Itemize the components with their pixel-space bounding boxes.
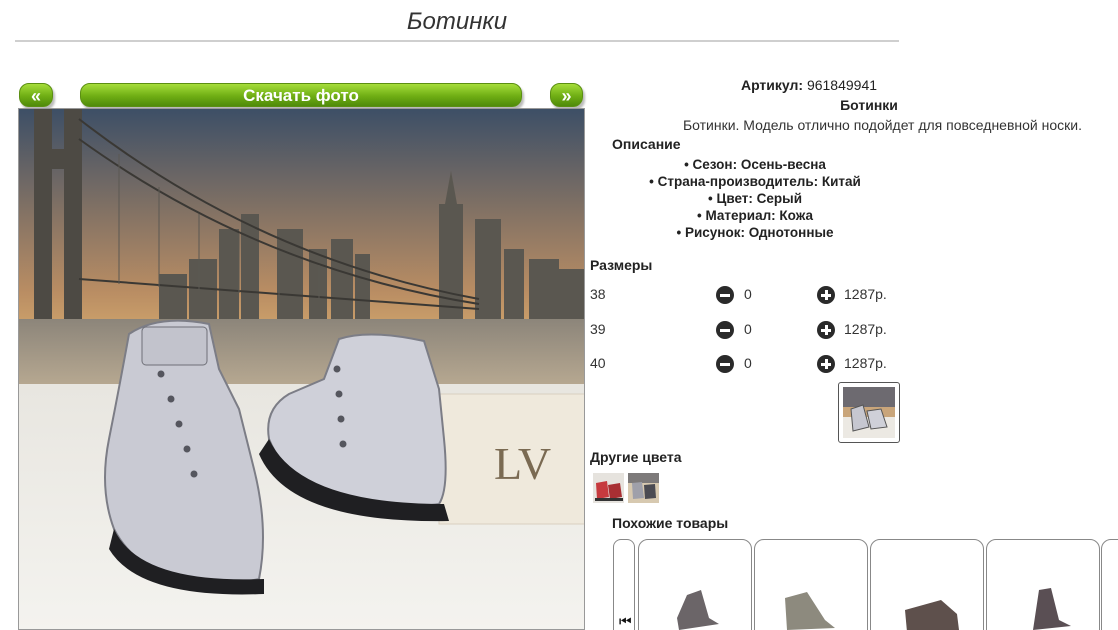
- attribute-pattern: Рисунок: Однотонные: [590, 225, 920, 242]
- article-label: Артикул:: [740, 77, 804, 93]
- sizes-heading: Размеры: [590, 257, 653, 273]
- size-label: 38: [590, 286, 606, 302]
- size-qty: 0: [744, 286, 752, 302]
- download-photo-button[interactable]: Скачать фото: [80, 83, 522, 107]
- color-variant-thumbnail[interactable]: [628, 473, 659, 503]
- article-value: 961849941: [806, 77, 878, 93]
- prev-photo-button[interactable]: «: [19, 83, 53, 107]
- product-name: Ботинки: [840, 97, 898, 113]
- product-photo[interactable]: LV: [18, 108, 585, 630]
- size-row: 38 0 1287р.: [590, 284, 910, 306]
- size-row: 40 0 1287р.: [590, 353, 910, 375]
- product-thumbnail[interactable]: [838, 382, 900, 443]
- svg-text:LV: LV: [494, 438, 551, 489]
- size-qty: 0: [744, 355, 752, 371]
- similar-product-card[interactable]: [1101, 539, 1118, 630]
- similar-product-card[interactable]: [754, 539, 868, 630]
- attribute-list: Сезон: Осень-весна Страна-производитель:…: [590, 157, 920, 242]
- size-price: 1287р.: [844, 286, 887, 302]
- size-label: 39: [590, 321, 606, 337]
- carousel-prev-button[interactable]: ⏮: [613, 539, 635, 630]
- size-row: 39 0 1287р.: [590, 319, 910, 341]
- plus-circle-icon[interactable]: [817, 321, 835, 339]
- attribute-color: Цвет: Серый: [590, 191, 920, 208]
- plus-circle-icon[interactable]: [817, 286, 835, 304]
- product-description: Ботинки. Модель отлично подойдет для пов…: [682, 117, 1082, 133]
- size-label: 40: [590, 355, 606, 371]
- color-variant-thumbnail[interactable]: [593, 473, 624, 503]
- description-heading: Описание: [612, 136, 681, 152]
- similar-product-card[interactable]: [870, 539, 984, 630]
- size-price: 1287р.: [844, 321, 887, 337]
- skip-back-icon: ⏮: [619, 613, 632, 629]
- similar-product-card[interactable]: [986, 539, 1100, 630]
- attribute-country: Страна-производитель: Китай: [590, 174, 920, 191]
- minus-circle-icon[interactable]: [716, 286, 734, 304]
- next-photo-button[interactable]: »: [550, 83, 583, 107]
- plus-circle-icon[interactable]: [817, 355, 835, 373]
- minus-circle-icon[interactable]: [716, 355, 734, 373]
- similar-heading: Похожие товары: [612, 515, 729, 531]
- size-price: 1287р.: [844, 355, 887, 371]
- minus-circle-icon[interactable]: [716, 321, 734, 339]
- attribute-season: Сезон: Осень-весна: [590, 157, 920, 174]
- similar-product-card[interactable]: [638, 539, 752, 630]
- attribute-material: Материал: Кожа: [590, 208, 920, 225]
- size-qty: 0: [744, 321, 752, 337]
- page-title: Ботинки: [15, 8, 899, 42]
- other-colors-heading: Другие цвета: [590, 449, 682, 465]
